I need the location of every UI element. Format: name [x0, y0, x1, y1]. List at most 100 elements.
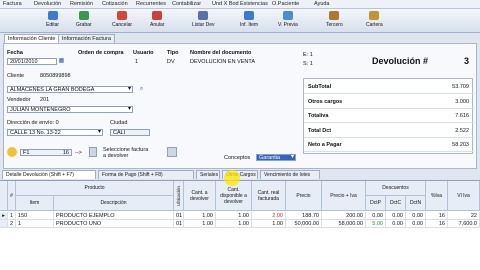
detail-grid: # Producto Item Descripción Ubicación Ca… [0, 180, 480, 270]
row-selector[interactable] [0, 220, 8, 228]
tab-informacion-factura[interactable]: Información Factura [58, 34, 115, 43]
list-icon [198, 11, 209, 20]
toolbar-label: Tercero [326, 22, 343, 28]
cell-dctp: 5.00 [366, 220, 386, 228]
clear-icon[interactable] [167, 147, 177, 157]
cell-dctc: 0.00 [386, 220, 406, 228]
cell-disp: 1.00 [216, 212, 252, 220]
menu-item-8[interactable]: O.Paciente [272, 1, 299, 7]
document-title: Devolución # [372, 56, 429, 66]
grid-tab-1[interactable]: Forma de Pago (Shift + F8) [98, 170, 194, 179]
folder-icon[interactable] [7, 147, 17, 157]
cancel-button[interactable]: Cancelar [112, 11, 132, 31]
menu-item-3[interactable]: Cotización [102, 1, 128, 7]
vendedor-select[interactable]: JULIAN MONTENEGRO [7, 106, 133, 113]
vendedor-label: Vendedor [7, 97, 31, 103]
ciudad-field: CALI [110, 129, 150, 136]
col-cant-devolver: Cant. a devolver [184, 181, 216, 211]
cell-fact: 1.00 [252, 220, 286, 228]
ciudad-label: Ciudad [110, 120, 128, 126]
cell-item[interactable]: 150 [16, 212, 54, 220]
col-cant-facturada: Cant. real facturada [252, 181, 286, 211]
nombre-documento-label: Nombre del documento [190, 50, 252, 56]
menu-item-4[interactable]: Recurrentes [136, 1, 166, 7]
person-button[interactable]: Tercero [326, 11, 343, 31]
toolbar-label: Cancelar [112, 22, 133, 28]
row-selector[interactable]: ▸ [0, 212, 8, 220]
vendedor-code: 201 [40, 97, 50, 103]
menu-item-5[interactable]: Contabilizar [172, 1, 201, 7]
cell-item[interactable]: 1 [16, 220, 54, 228]
col-dctn: DctN [406, 196, 426, 211]
menu-item-1[interactable]: Devolución [34, 1, 61, 7]
direccion-select[interactable]: CALLE 13 No. 13-22 [7, 129, 103, 136]
cell-iva: 16 [426, 212, 448, 220]
document-number: 3 [464, 56, 470, 66]
tipo-value: DV [167, 59, 175, 65]
toolbar-label: Cartera [366, 22, 383, 28]
seleccione-factura-text: Seleccione factura a devolver [103, 147, 149, 159]
total-label: Otros cargos [308, 98, 343, 105]
total-row: Totaliva 7.616 [304, 110, 474, 123]
tipo-label: Tipo [167, 50, 179, 56]
factura-number: 16 [62, 150, 69, 156]
cursor-highlight [224, 170, 240, 186]
menu-item-9[interactable]: Ayuda [314, 1, 330, 7]
col-dctc: DctC [386, 196, 406, 211]
calendar-icon[interactable]: ▦ [58, 58, 65, 65]
wallet-icon [369, 11, 380, 20]
preview-button[interactable]: V. Previa [278, 11, 298, 31]
grid-tab-0[interactable]: Detalle Devolución (Shift + F7) [2, 170, 96, 179]
save-button[interactable]: Grabar [76, 11, 92, 31]
col-precio: Precio [286, 181, 322, 211]
cliente-select[interactable]: ALMACENES LA GRAN BODEGA [7, 86, 133, 93]
col-descripcion: Descripción [54, 196, 174, 211]
cell-precio[interactable]: 188.70 [286, 212, 322, 220]
grid-tab-4[interactable]: Vencimiento de lotes [260, 170, 320, 179]
wallet-button[interactable]: Cartera [366, 11, 383, 31]
total-label: Totaliva [308, 113, 329, 119]
menu-item-0[interactable]: Factura [3, 1, 22, 7]
fecha-field[interactable]: 20/01/2010 [7, 58, 57, 65]
total-row: Neto a Pagar 58.203 [304, 139, 474, 152]
col-dctp: DctP [366, 196, 386, 211]
toolbar-label: Anular [150, 22, 165, 28]
person-icon [329, 11, 340, 20]
conceptos-select[interactable]: Garantia [256, 154, 296, 161]
col-hash [0, 181, 8, 211]
menu-item-6[interactable]: Und X Bod [212, 1, 239, 7]
col-piva: %Iva [426, 181, 448, 211]
edit-button[interactable]: Editar [46, 11, 59, 31]
col-producto: Producto [16, 181, 174, 196]
menu-bar: Factura Devolución Remisión Cotización Recur… [0, 0, 480, 9]
total-row: SubTotal 53.709 [304, 81, 474, 94]
fecha-label: Fecha [7, 50, 23, 56]
select-invoice-button[interactable] [89, 147, 97, 157]
void-button[interactable]: Anular [150, 11, 164, 31]
cell-desc: PRODUCTO EJEMPLO [54, 212, 174, 220]
toolbar-label: Listar Dev [192, 22, 215, 28]
total-value: 3.000 [455, 98, 469, 105]
cell-desc: PRODUCTO UNO [54, 220, 174, 228]
cell-dev[interactable]: 1.00 [184, 212, 216, 220]
s-counter: S: 1 [303, 61, 313, 67]
info-button[interactable]: Inf. Item [240, 11, 258, 31]
cell-iva: 16 [426, 220, 448, 228]
total-label: Total Dct [308, 127, 332, 134]
factura-code-field[interactable]: F1 16 [20, 149, 72, 156]
cancel-icon [117, 11, 127, 20]
search-icon[interactable]: ⌕ [138, 86, 145, 93]
cell-piva: 58,000.00 [322, 220, 366, 228]
cell-dev[interactable]: 1.00 [184, 220, 216, 228]
cell-dctp: 0.00 [366, 212, 386, 220]
cell-precio[interactable]: 50,000.00 [286, 220, 322, 228]
cell-ubic: 01 [174, 220, 184, 228]
menu-item-7[interactable]: Existencias [240, 1, 268, 7]
list-button[interactable]: Listar Dev [192, 11, 215, 31]
grid-tabs: Detalle Devolución (Shift + F7) Forma de … [2, 170, 478, 179]
edit-icon [47, 11, 58, 20]
tab-informacion-cliente[interactable]: Información Cliente [4, 34, 60, 43]
menu-item-2[interactable]: Remisión [70, 1, 93, 7]
grid-tab-2[interactable]: Seriales [196, 170, 220, 179]
cell-fact: 2.00 [252, 212, 286, 220]
